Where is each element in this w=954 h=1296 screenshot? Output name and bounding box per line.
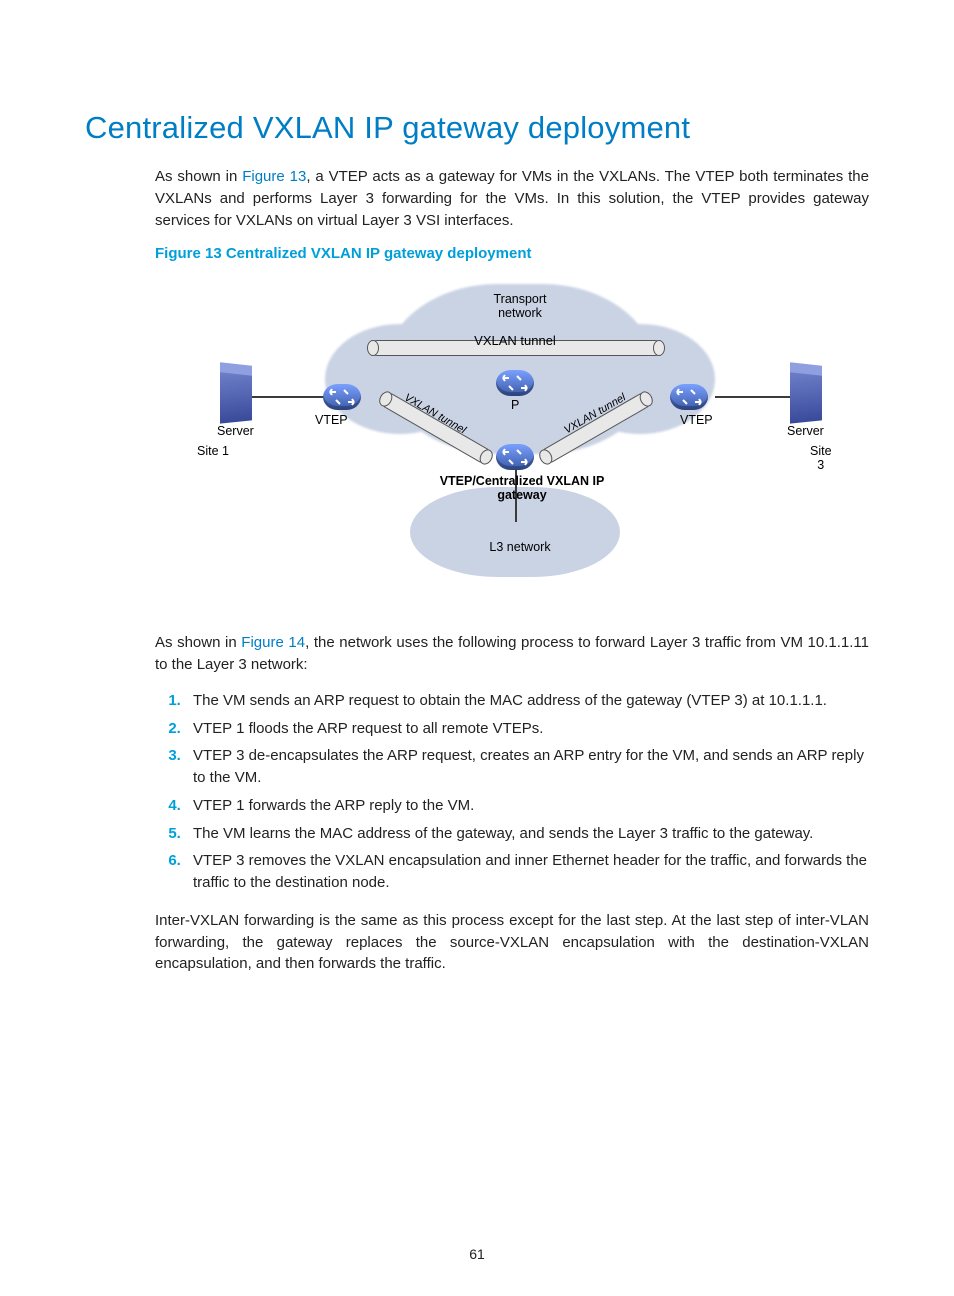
page-heading: Centralized VXLAN IP gateway deployment [85,110,869,146]
figure-13-diagram: Transport network VXLAN tunnel VXLAN tun… [155,272,785,622]
list-item: VTEP 3 removes the VXLAN encapsulation a… [185,850,869,894]
l3-network-label: L3 network [485,540,555,554]
page-number: 61 [0,1246,954,1262]
wire [715,396,790,398]
wire [250,396,325,398]
inter-vxlan-paragraph: Inter-VXLAN forwarding is the same as th… [155,910,869,975]
server-icon [790,369,822,424]
intro-paragraph: As shown in Figure 13, a VTEP acts as a … [155,166,869,231]
list-item: VTEP 1 floods the ARP request to all rem… [185,718,869,740]
figure-13-link[interactable]: Figure 13 [242,168,306,185]
site-3-label: Site 3 [810,444,832,472]
router-icon [323,384,361,410]
list-item: The VM learns the MAC address of the gat… [185,823,869,845]
process-intro-paragraph: As shown in Figure 14, the network uses … [155,632,869,676]
vxlan-tunnel-label: VXLAN tunnel [455,333,575,348]
server-icon [220,369,252,424]
site-1-label: Site 1 [197,444,229,458]
vtep-label: VTEP [680,413,713,427]
figure-caption: Figure 13 Centralized VXLAN IP gateway d… [155,245,869,262]
list-item: VTEP 1 forwards the ARP reply to the VM. [185,795,869,817]
list-item: VTEP 3 de-encapsulates the ARP request, … [185,745,869,789]
router-icon [670,384,708,410]
text: As shown in [155,168,242,185]
list-item: The VM sends an ARP request to obtain th… [185,690,869,712]
vtep-label: VTEP [315,413,348,427]
p-label: P [511,398,519,412]
router-icon [496,444,534,470]
transport-network-label: Transport network [485,292,555,320]
process-steps-list: The VM sends an ARP request to obtain th… [155,690,869,894]
centralized-gateway-label: VTEP/Centralized VXLAN IP gateway [437,474,607,502]
figure-14-link[interactable]: Figure 14 [241,634,305,651]
router-icon [496,370,534,396]
text: As shown in [155,634,241,651]
server-label: Server [217,424,254,438]
server-label: Server [787,424,824,438]
